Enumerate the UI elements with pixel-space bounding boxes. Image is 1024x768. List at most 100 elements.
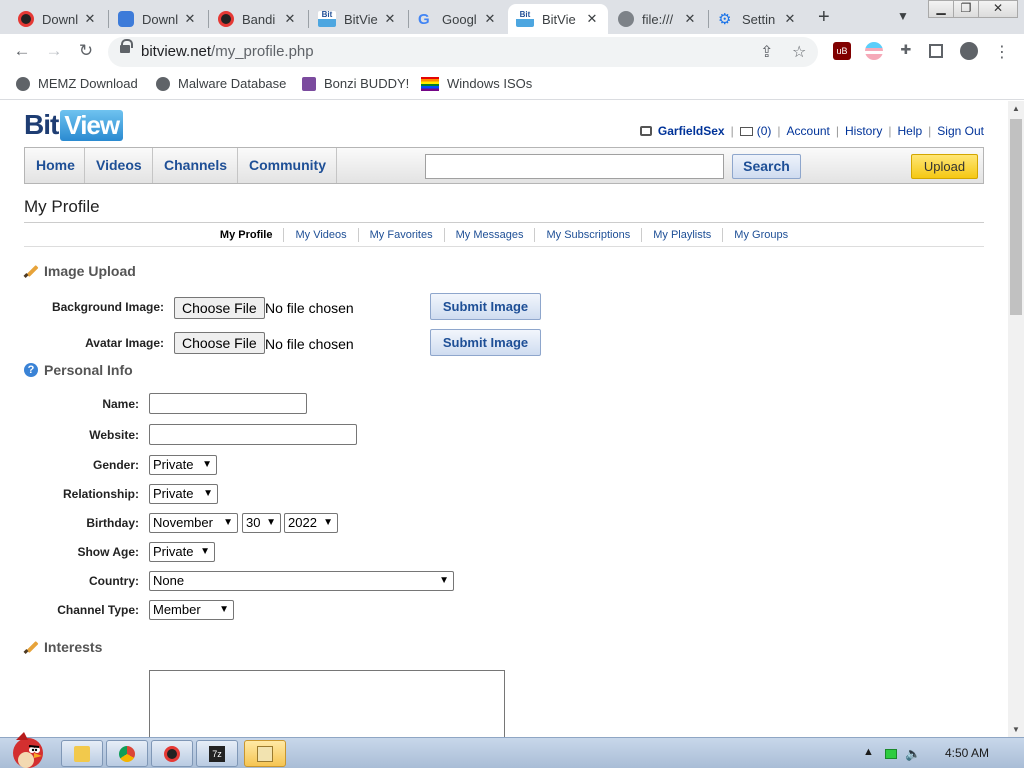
- birthday-year-select[interactable]: 2022 ▼: [284, 513, 338, 533]
- country-select[interactable]: None ▼: [149, 571, 454, 591]
- envelope-icon[interactable]: [739, 126, 753, 136]
- history-link[interactable]: History: [845, 124, 882, 138]
- tab-title: Settin: [742, 11, 776, 27]
- browser-tab[interactable]: ⚙ Settin ✕: [710, 4, 806, 34]
- website-label: Website:: [89, 428, 139, 442]
- background-submit-button[interactable]: Submit Image: [430, 293, 541, 320]
- interests-heading: Interests: [24, 639, 102, 655]
- close-icon[interactable]: ✕: [282, 11, 298, 27]
- select-value: November: [153, 515, 213, 530]
- website-field[interactable]: [149, 424, 357, 445]
- browser-tab[interactable]: file:/// ✕: [610, 4, 706, 34]
- birthday-month-select[interactable]: November ▼: [149, 513, 238, 533]
- puzzle-icon[interactable]: ✚: [897, 42, 915, 60]
- question-icon: ?: [24, 363, 38, 377]
- ublock-icon[interactable]: uB: [833, 42, 851, 60]
- help-link[interactable]: Help: [897, 124, 922, 138]
- scroll-up-icon[interactable]: ▲: [1012, 104, 1020, 113]
- upload-button[interactable]: Upload: [911, 154, 978, 179]
- forward-arrow-icon[interactable]: →: [43, 41, 65, 61]
- battery-icon[interactable]: [885, 749, 897, 759]
- url-text[interactable]: bitview.net/my_profile.php: [141, 43, 314, 60]
- subnav-my-profile[interactable]: My Profile: [209, 228, 284, 242]
- taskbar-bandicam[interactable]: [151, 740, 193, 767]
- bookmark-item[interactable]: Malware Database: [156, 76, 286, 91]
- birthday-day-select[interactable]: 30 ▼: [242, 513, 281, 533]
- subnav-my-subscriptions[interactable]: My Subscriptions: [534, 228, 641, 242]
- messages-count-link[interactable]: (0): [757, 124, 772, 138]
- avatar-submit-button[interactable]: Submit Image: [430, 329, 541, 356]
- show-age-select[interactable]: Private ▼: [149, 542, 215, 562]
- search-button[interactable]: Search: [732, 154, 801, 179]
- search-input[interactable]: [425, 154, 724, 179]
- star-icon[interactable]: ☆: [792, 42, 806, 62]
- close-icon[interactable]: ✕: [382, 11, 398, 27]
- close-icon[interactable]: ✕: [782, 11, 798, 27]
- reload-icon[interactable]: ↻: [75, 41, 97, 61]
- avatar-choose-file-button[interactable]: Choose File: [174, 332, 265, 354]
- browser-tab[interactable]: Bandi ✕: [210, 4, 306, 34]
- username-link[interactable]: GarfieldSex: [658, 124, 725, 138]
- subnav-my-videos[interactable]: My Videos: [283, 228, 357, 242]
- nav-channels[interactable]: Channels: [153, 148, 238, 183]
- scroll-down-icon[interactable]: ▼: [1012, 725, 1020, 734]
- gender-select[interactable]: Private ▼: [149, 455, 217, 475]
- show-hidden-icons[interactable]: ▲: [863, 746, 874, 758]
- select-value: Private: [153, 544, 194, 559]
- close-icon[interactable]: ✕: [584, 11, 600, 27]
- background-choose-file-button[interactable]: Choose File: [174, 297, 265, 319]
- record-icon: [218, 11, 234, 27]
- bookmark-item[interactable]: Bonzi BUDDY!: [302, 76, 409, 91]
- close-icon[interactable]: ✕: [682, 11, 698, 27]
- minimize-icon[interactable]: ▁: [928, 0, 954, 18]
- name-field[interactable]: [149, 393, 307, 414]
- share-icon[interactable]: ⇪: [760, 42, 773, 62]
- volume-icon[interactable]: 🔈: [905, 746, 921, 762]
- nav-home[interactable]: Home: [25, 148, 85, 183]
- clock[interactable]: 4:50 AM: [945, 746, 989, 760]
- close-icon[interactable]: ✕: [482, 11, 498, 27]
- page-scrollbar[interactable]: ▲ ▼: [1008, 101, 1024, 737]
- bookmark-item[interactable]: MEMZ Download: [16, 76, 138, 91]
- menu-icon[interactable]: ⋮: [993, 42, 1011, 61]
- select-value: Member: [153, 602, 201, 617]
- browser-tab[interactable]: Bit BitVie ✕: [310, 4, 406, 34]
- sign-out-link[interactable]: Sign Out: [937, 124, 984, 138]
- browser-tab[interactable]: Downl ✕: [110, 4, 206, 34]
- nav-community[interactable]: Community: [238, 148, 337, 183]
- interests-textarea[interactable]: [149, 670, 505, 737]
- bookmark-item[interactable]: Windows ISOs: [421, 76, 532, 91]
- section-title: Image Upload: [44, 263, 136, 279]
- account-link[interactable]: Account: [787, 124, 830, 138]
- tab-search-chevron-icon[interactable]: ▼: [897, 9, 909, 23]
- taskbar-active-window[interactable]: [244, 740, 286, 767]
- profile-avatar-icon[interactable]: [960, 42, 978, 60]
- chevron-down-icon: ▼: [202, 459, 212, 470]
- subnav-my-messages[interactable]: My Messages: [443, 228, 535, 242]
- section-title: Interests: [44, 639, 103, 655]
- scroll-thumb[interactable]: [1010, 119, 1022, 315]
- new-tab-button[interactable]: +: [818, 6, 830, 29]
- taskbar-explorer[interactable]: [61, 740, 103, 767]
- angry-bird-start-icon[interactable]: [4, 730, 48, 768]
- taskbar-chrome[interactable]: [106, 740, 148, 767]
- window-close-icon[interactable]: ✕: [978, 0, 1018, 18]
- channel-type-select[interactable]: Member ▼: [149, 600, 234, 620]
- subnav-my-groups[interactable]: My Groups: [722, 228, 799, 242]
- subnav-my-favorites[interactable]: My Favorites: [357, 228, 444, 242]
- back-arrow-icon[interactable]: ←: [11, 41, 33, 61]
- taskbar-7zip[interactable]: 7z: [196, 740, 238, 767]
- browser-tab[interactable]: G Googl ✕: [410, 4, 506, 34]
- browser-tab-active[interactable]: Bit BitVie ✕: [508, 4, 608, 34]
- maximize-icon[interactable]: ❐: [953, 0, 979, 18]
- relationship-select[interactable]: Private ▼: [149, 484, 218, 504]
- close-icon[interactable]: ✕: [82, 11, 98, 27]
- close-icon[interactable]: ✕: [182, 11, 198, 27]
- browser-tab[interactable]: Downl ✕: [10, 4, 106, 34]
- address-bar[interactable]: bitview.net/my_profile.php ⇪ ☆: [108, 37, 818, 67]
- subnav-my-playlists[interactable]: My Playlists: [641, 228, 722, 242]
- side-panel-icon[interactable]: [929, 44, 943, 58]
- extension-flag-icon[interactable]: [865, 42, 883, 60]
- nav-videos[interactable]: Videos: [85, 148, 153, 183]
- bitview-logo[interactable]: Bit View: [24, 109, 124, 141]
